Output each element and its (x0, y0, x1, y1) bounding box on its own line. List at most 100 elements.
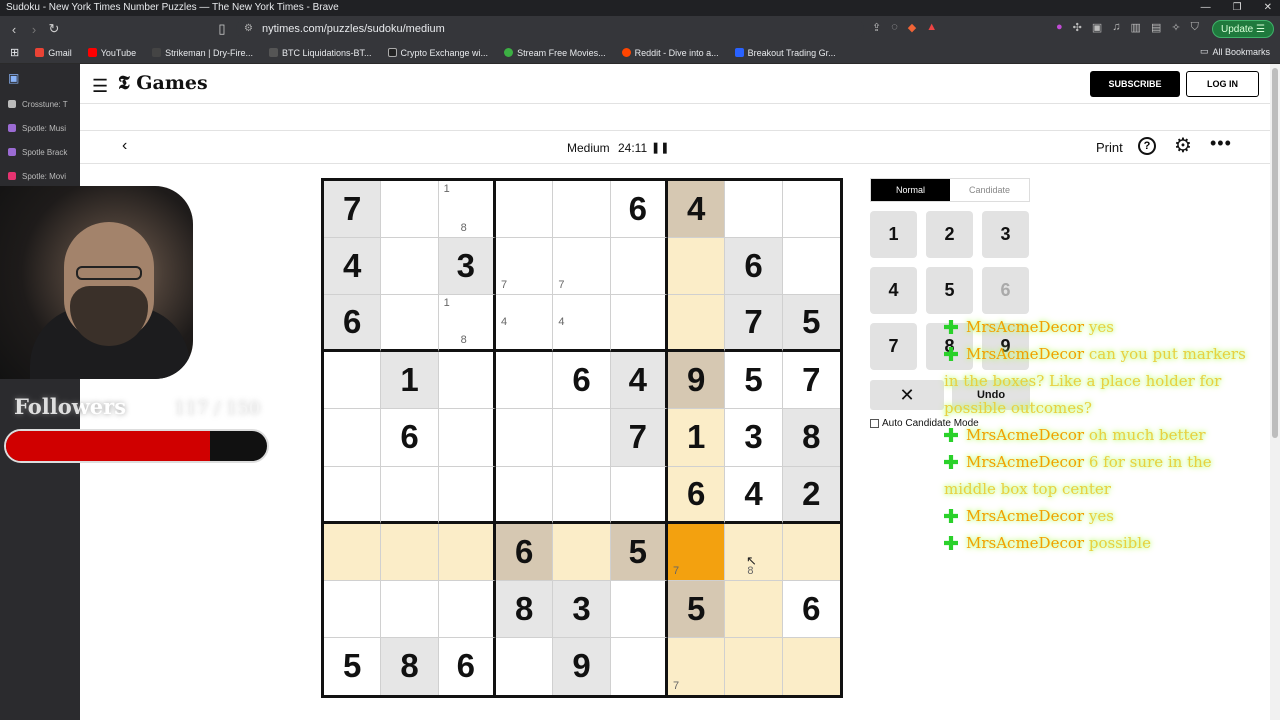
mode-candidate-button[interactable]: Candidate (950, 179, 1029, 201)
sudoku-cell[interactable] (782, 181, 840, 239)
bookmark-item[interactable]: Breakout Trading Gr... (734, 48, 836, 58)
sudoku-cell[interactable]: 5 (667, 580, 726, 638)
sudoku-cell[interactable]: 6 (553, 352, 611, 410)
sudoku-cell[interactable] (782, 523, 840, 581)
mode-normal-button[interactable]: Normal (871, 179, 950, 201)
bookmark-item[interactable]: BTC Liquidations-BT... (268, 48, 372, 58)
bookmark-item[interactable]: YouTube (87, 48, 136, 58)
sudoku-cell[interactable]: 4 (553, 295, 611, 353)
sudoku-cell[interactable]: 18 (438, 295, 496, 353)
sudoku-cell[interactable] (381, 466, 439, 524)
sudoku-cell[interactable]: 7 (667, 637, 726, 695)
menu-icon[interactable]: ☰ (92, 76, 108, 97)
sudoku-cell[interactable]: 7 (725, 295, 783, 353)
sudoku-cell[interactable] (381, 295, 439, 353)
sudoku-cell[interactable] (725, 181, 783, 239)
settings-gear-icon[interactable]: ⚙ (1174, 133, 1192, 158)
sudoku-cell[interactable]: 7 (610, 409, 668, 467)
sudoku-cell[interactable] (611, 637, 668, 695)
sudoku-cell[interactable] (610, 295, 668, 353)
brave-rewards-icon[interactable]: ▲ (926, 21, 937, 34)
sudoku-cell[interactable]: 6 (495, 523, 554, 581)
forward-arrow-icon[interactable]: › (24, 22, 44, 37)
sudoku-cell[interactable]: 6 (439, 637, 496, 695)
sudoku-cell[interactable]: 7 (553, 238, 611, 296)
scrollbar-thumb[interactable] (1272, 68, 1278, 438)
sudoku-cell[interactable] (324, 409, 382, 467)
bookmark-item[interactable]: Stream Free Movies... (504, 48, 606, 58)
bookmark-item[interactable]: Crypto Exchange wi... (387, 48, 488, 58)
number-button-7[interactable]: 7 (870, 323, 917, 370)
page-scrollbar[interactable] (1270, 64, 1280, 720)
minimize-icon[interactable]: — (1201, 0, 1211, 16)
sudoku-cell[interactable]: 2 (782, 466, 840, 524)
close-icon[interactable]: ✕ (1264, 0, 1272, 16)
sudoku-cell[interactable] (725, 580, 783, 638)
sudoku-cell[interactable]: 6 (324, 295, 382, 353)
sudoku-cell[interactable]: 9 (553, 637, 611, 695)
sudoku-cell[interactable] (381, 181, 439, 239)
sudoku-cell[interactable] (667, 295, 726, 353)
sidebar-item[interactable]: Spotle Brack (0, 140, 80, 164)
sudoku-cell[interactable] (495, 352, 554, 410)
sudoku-cell[interactable] (324, 523, 382, 581)
sudoku-cell[interactable] (381, 523, 439, 581)
back-arrow-icon[interactable]: ‹ (4, 22, 24, 37)
sudoku-cell[interactable]: 7 (324, 181, 382, 239)
sidebar-item[interactable]: Spotle: Musi (0, 116, 80, 140)
sudoku-cell[interactable]: 3 (438, 238, 496, 296)
sudoku-cell[interactable] (782, 238, 840, 296)
bookmark-page-icon[interactable]: ▯ (212, 21, 232, 37)
number-button-6[interactable]: 6 (982, 267, 1029, 314)
site-info-icon[interactable]: ⚙ (244, 18, 253, 40)
number-button-3[interactable]: 3 (982, 211, 1029, 258)
bookmark-item[interactable]: Reddit - Dive into a... (621, 48, 719, 58)
sudoku-cell[interactable]: 8 (495, 580, 554, 638)
sidebar-toggle-icon[interactable]: ▥ (1131, 21, 1141, 34)
subscribe-button[interactable]: SUBSCRIBE (1090, 71, 1180, 97)
sudoku-cell[interactable]: 9 (667, 352, 726, 410)
sudoku-cell[interactable] (553, 181, 611, 239)
puzzle-icon[interactable]: ✣ (1073, 21, 1082, 34)
wallet-icon[interactable]: ▤ (1151, 21, 1161, 34)
sudoku-cell[interactable]: 4 (725, 466, 783, 524)
sudoku-cell[interactable]: 18 (438, 181, 496, 239)
sudoku-cell[interactable]: 6 (725, 238, 783, 296)
sudoku-cell[interactable]: 5 (610, 523, 668, 581)
sudoku-cell[interactable]: 1 (381, 352, 439, 410)
auto-candidate-checkbox[interactable] (870, 419, 879, 428)
sudoku-cell[interactable]: 8 (381, 637, 439, 695)
sudoku-cell[interactable]: 5 (725, 352, 783, 410)
sudoku-cell[interactable]: 6 (782, 581, 840, 638)
print-link[interactable]: Print (1096, 140, 1123, 155)
erase-button[interactable]: ✕ (870, 380, 944, 410)
apps-grid-icon[interactable]: ⊞ (10, 46, 19, 59)
sudoku-cell[interactable] (324, 580, 382, 638)
sudoku-cell[interactable] (610, 466, 668, 524)
number-button-2[interactable]: 2 (926, 211, 973, 258)
sudoku-cell[interactable] (324, 466, 382, 524)
sudoku-cell[interactable] (438, 352, 496, 410)
sidebar-panel-icon[interactable]: ▣ (0, 64, 80, 92)
sudoku-cell[interactable] (725, 637, 783, 695)
sudoku-cell[interactable]: 5 (324, 637, 382, 695)
sudoku-cell[interactable] (438, 409, 496, 467)
sudoku-cell[interactable]: 6 (667, 466, 726, 524)
more-options-icon[interactable]: ••• (1210, 133, 1232, 154)
sudoku-cell[interactable] (381, 580, 439, 638)
pause-icon[interactable]: ❚❚ (651, 141, 669, 154)
extension-icon[interactable]: ● (1056, 21, 1063, 34)
screenshot-icon[interactable]: ▣ (1092, 21, 1102, 34)
sudoku-cell[interactable]: 4 (324, 238, 382, 296)
sudoku-cell[interactable] (553, 409, 611, 467)
sudoku-cell[interactable]: 5 (782, 295, 840, 353)
sudoku-cell[interactable]: 4 (667, 181, 726, 239)
sudoku-cell[interactable]: 4 (495, 295, 554, 353)
update-button[interactable]: Update ☰ (1212, 20, 1274, 38)
sudoku-cell[interactable] (553, 523, 611, 581)
sudoku-cell[interactable]: 7 (667, 523, 726, 581)
number-button-1[interactable]: 1 (870, 211, 917, 258)
sudoku-cell[interactable] (610, 580, 668, 638)
sudoku-cell[interactable] (438, 466, 496, 524)
sudoku-cell[interactable] (782, 637, 840, 695)
